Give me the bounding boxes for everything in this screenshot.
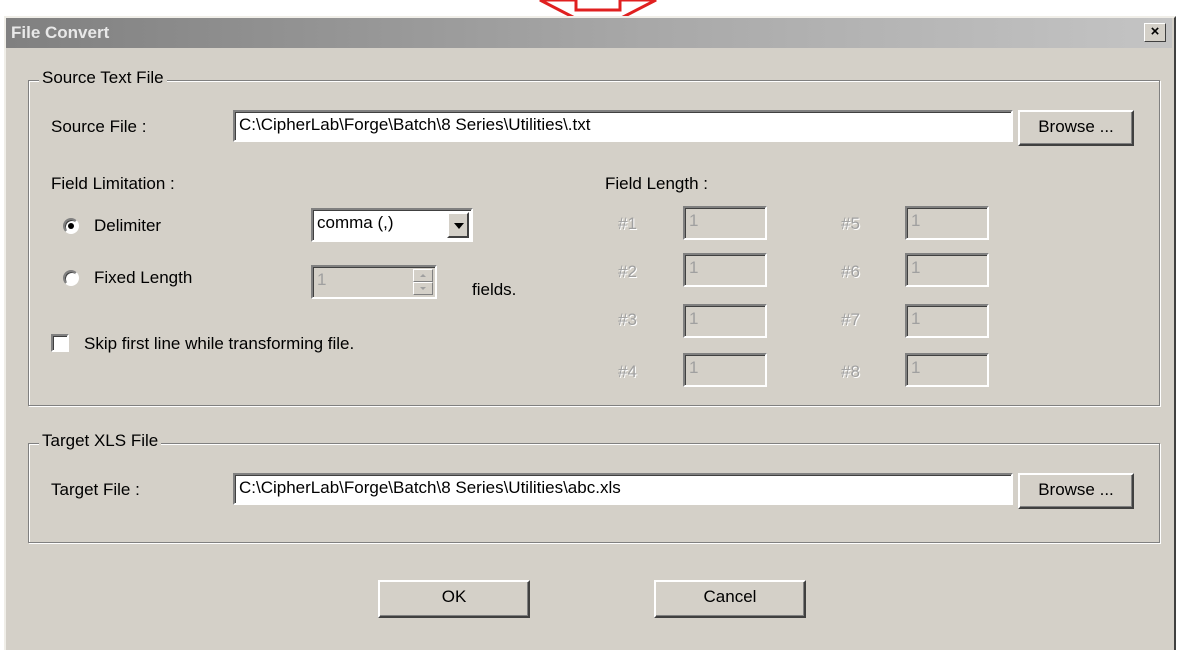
target-file-label: Target File : bbox=[51, 480, 140, 499]
field-length-input-5[interactable]: 1 bbox=[905, 206, 989, 240]
field-length-input-2[interactable]: 1 bbox=[683, 253, 767, 287]
cancel-button[interactable]: Cancel bbox=[654, 580, 806, 618]
target-browse-button[interactable]: Browse ... bbox=[1018, 473, 1134, 509]
field-length-input-6[interactable]: 1 bbox=[905, 253, 989, 287]
fixed-length-radio[interactable] bbox=[63, 270, 79, 286]
field-length-label-2: #2 bbox=[618, 262, 637, 281]
field-length-label-1: #1 bbox=[618, 214, 637, 233]
source-file-input[interactable]: C:\CipherLab\Forge\Batch\8 Series\Utilit… bbox=[233, 110, 1013, 142]
field-limitation-label: Field Limitation : bbox=[51, 174, 175, 193]
fields-count-value: 1 bbox=[317, 270, 327, 289]
spin-buttons[interactable] bbox=[413, 269, 433, 295]
skip-first-line-label[interactable]: Skip first line while transforming file. bbox=[84, 334, 354, 354]
delimiter-label[interactable]: Delimiter bbox=[94, 216, 161, 236]
target-group-legend: Target XLS File bbox=[39, 431, 162, 451]
skip-first-line-checkbox[interactable] bbox=[51, 334, 69, 352]
source-file-label: Source File : bbox=[51, 117, 147, 136]
spin-down-icon[interactable] bbox=[413, 282, 433, 295]
field-length-input-3[interactable]: 1 bbox=[683, 304, 767, 338]
fields-label: fields. bbox=[472, 280, 517, 299]
field-length-label-3: #3 bbox=[618, 310, 637, 329]
delimiter-radio[interactable] bbox=[63, 218, 79, 234]
close-button[interactable]: × bbox=[1144, 23, 1166, 42]
delimiter-dropdown[interactable]: comma (,) bbox=[311, 208, 473, 242]
field-length-input-1[interactable]: 1 bbox=[683, 206, 767, 240]
fixed-length-label[interactable]: Fixed Length bbox=[94, 268, 192, 288]
window-title: File Convert bbox=[11, 23, 110, 42]
field-length-label: Field Length : bbox=[605, 174, 709, 193]
ok-button[interactable]: OK bbox=[378, 580, 530, 618]
fields-count-stepper[interactable]: 1 bbox=[311, 265, 437, 299]
field-length-input-8[interactable]: 1 bbox=[905, 353, 989, 387]
title-bar[interactable]: File Convert × bbox=[6, 18, 1172, 48]
source-group-legend: Source Text File bbox=[39, 68, 167, 88]
radio-selected-dot bbox=[68, 223, 74, 229]
field-length-label-8: #8 bbox=[841, 362, 860, 381]
field-length-input-7[interactable]: 1 bbox=[905, 304, 989, 338]
delimiter-dropdown-value: comma (,) bbox=[317, 213, 394, 232]
field-length-label-7: #7 bbox=[841, 310, 860, 329]
field-length-label-4: #4 bbox=[618, 362, 637, 381]
field-length-label-6: #6 bbox=[841, 262, 860, 281]
spin-up-icon[interactable] bbox=[413, 269, 433, 282]
field-length-label-5: #5 bbox=[841, 214, 860, 233]
field-length-input-4[interactable]: 1 bbox=[683, 353, 767, 387]
close-icon: × bbox=[1150, 23, 1160, 40]
source-browse-button[interactable]: Browse ... bbox=[1018, 110, 1134, 146]
target-file-input[interactable]: C:\CipherLab\Forge\Batch\8 Series\Utilit… bbox=[233, 473, 1013, 505]
chevron-down-icon[interactable] bbox=[447, 212, 469, 238]
